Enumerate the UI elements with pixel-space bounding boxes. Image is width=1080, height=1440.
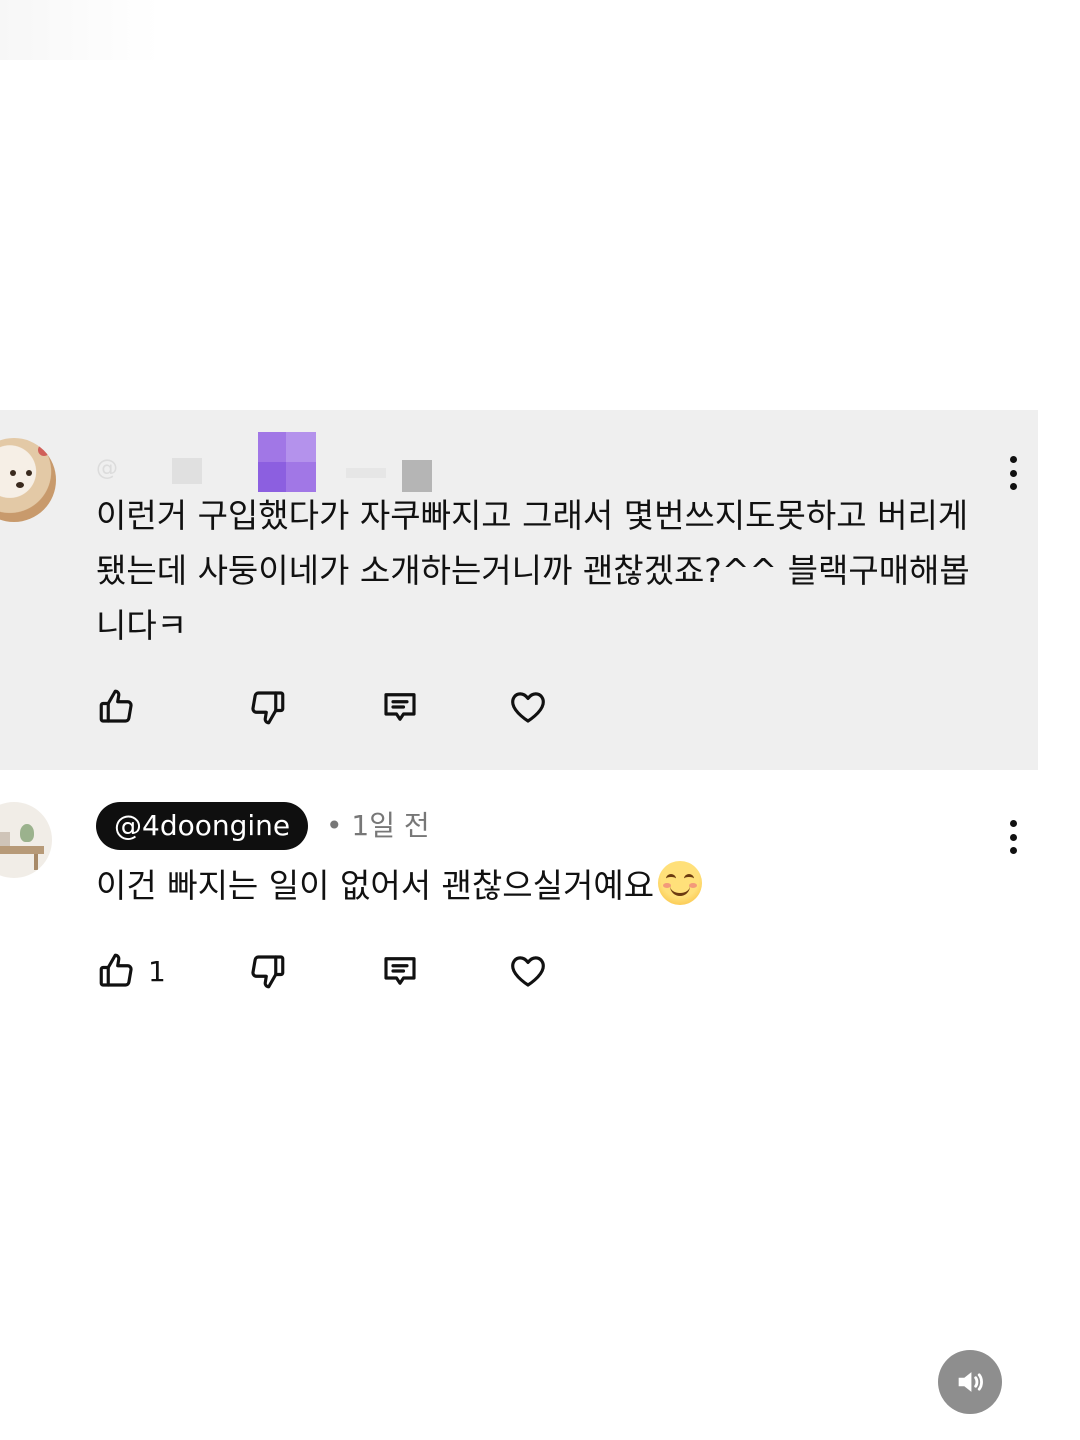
comment: @4doongine • 1일 전 이건 빠지는 일이 없어서 괜찮으실거예요 …	[0, 780, 1080, 1010]
top-blur-smudge	[0, 0, 160, 60]
dislike-button[interactable]	[246, 950, 288, 992]
comments-page: @ 이런거 구입했다가 자쿠빠지고 그래서 몇번쓰지도못하고 버리게됐는데 사둥…	[0, 0, 1080, 1440]
reply-button[interactable]	[379, 686, 421, 728]
avatar-detail	[34, 854, 38, 870]
speaker-icon	[958, 1372, 983, 1392]
reply-button[interactable]	[379, 950, 421, 992]
heart-icon	[511, 956, 545, 987]
blur-block	[346, 468, 386, 478]
like-button[interactable]: 1	[96, 950, 166, 992]
reply-icon	[384, 957, 416, 985]
smiling-face-emoji-icon	[658, 861, 703, 905]
comment-actions	[96, 686, 566, 730]
reply-icon	[384, 693, 416, 721]
blur-block	[286, 432, 316, 462]
thumbs-up-icon	[99, 689, 133, 723]
avatar-accent	[38, 444, 50, 456]
avatar-eye	[26, 470, 32, 476]
comment-text-body: 이건 빠지는 일이 없어서 괜찮으실거예요	[96, 866, 655, 905]
avatar-nose	[16, 482, 24, 488]
more-options-icon[interactable]	[1003, 820, 1023, 854]
creator-handle-pill[interactable]: @4doongine	[96, 802, 309, 850]
heart-button[interactable]	[507, 950, 549, 992]
like-button[interactable]	[96, 686, 148, 728]
like-count: 1	[148, 954, 166, 988]
author-handle-blurred[interactable]: @	[96, 432, 436, 494]
avatar-eye	[10, 470, 16, 476]
heart-icon	[511, 692, 545, 723]
comment-actions: 1	[96, 950, 566, 994]
avatar[interactable]	[0, 802, 52, 878]
dislike-button[interactable]	[246, 686, 288, 728]
comment-text: 이건 빠지는 일이 없어서 괜찮으실거예요	[96, 858, 996, 913]
thumbs-down-icon	[251, 955, 285, 989]
thumbs-up-icon	[99, 953, 133, 987]
timestamp[interactable]: 1일 전	[351, 809, 429, 842]
avatar[interactable]	[0, 438, 56, 522]
sound-toggle-button[interactable]	[938, 1350, 1002, 1414]
blur-block	[172, 458, 202, 484]
avatar-detail	[0, 832, 10, 846]
comment-text: 이런거 구입했다가 자쿠빠지고 그래서 몇번쓰지도못하고 버리게됐는데 사둥이네…	[96, 496, 970, 645]
comment-meta: • 1일 전	[326, 806, 430, 846]
comment-highlighted: @ 이런거 구입했다가 자쿠빠지고 그래서 몇번쓰지도못하고 버리게됐는데 사둥…	[0, 410, 1038, 770]
author-handle: @	[96, 456, 118, 481]
heart-button[interactable]	[507, 686, 549, 728]
thumbs-down-icon	[251, 691, 285, 725]
meta-separator: •	[326, 809, 343, 842]
more-options-icon[interactable]	[1003, 456, 1023, 490]
avatar-detail	[0, 846, 44, 854]
avatar-detail	[20, 824, 34, 842]
